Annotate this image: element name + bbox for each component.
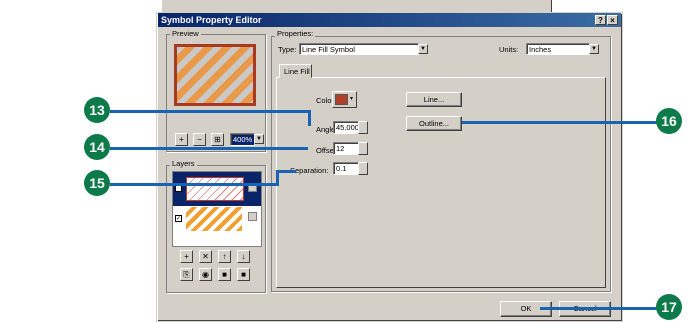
callout-15-leader [110,183,278,186]
layers-group-label: Layers [170,159,197,168]
outline-button[interactable]: Outline... [406,116,462,131]
zoom-in-button[interactable]: + [175,133,188,146]
callout-16-leader [462,121,662,124]
layer-2-checkbox[interactable]: ✓ [175,215,182,222]
layer-1-swatch [186,177,244,201]
line-button[interactable]: Line... [406,92,462,107]
type-label: Type: [278,45,297,54]
color-arrow-icon: ▾ [350,96,354,102]
zoom-out-button[interactable]: − [193,133,206,146]
callout-16: 16 [656,108,682,134]
zoom-dropdown-arrow[interactable]: ▼ [254,134,264,144]
offset-spinner[interactable] [358,142,368,155]
preview-group-label: Preview [170,29,201,38]
separation-input[interactable]: 0.1 [333,162,359,175]
layer-option-button-1[interactable]: ■ [218,268,231,281]
add-layer-button[interactable]: + [180,250,193,263]
type-dropdown-arrow[interactable]: ▼ [418,44,428,54]
help-button[interactable]: ? [595,15,606,25]
callout-13-leader [110,110,310,113]
separation-spinner[interactable] [358,162,368,175]
move-layer-up-button[interactable]: ↑ [218,250,231,263]
callout-14: 14 [84,134,110,160]
copy-layer-button[interactable]: ⎘ [180,268,193,281]
units-label: Units: [499,45,519,54]
move-layer-down-button[interactable]: ↓ [237,250,250,263]
fit-button[interactable]: ⊞ [211,133,224,146]
layer-1-checkbox[interactable] [175,185,182,192]
preview-swatch [174,44,256,106]
callout-17: 17 [656,294,682,320]
paste-layer-button[interactable]: ◉ [199,268,212,281]
properties-group-label: Properties: [275,29,316,38]
units-dropdown-arrow[interactable]: ▼ [589,44,599,54]
callout-15-leader-top [276,170,296,173]
angle-spinner[interactable] [358,121,368,134]
callout-15: 15 [84,170,110,196]
remove-layer-button[interactable]: ✕ [199,250,212,263]
units-select[interactable]: Inches [526,43,590,55]
callout-13-leader-drop [308,110,311,126]
type-select[interactable]: Line Fill Symbol [299,43,419,55]
zoom-value-field[interactable]: 400% [230,133,255,146]
layer-2-lock-icon[interactable] [248,212,257,221]
tab-panel [276,77,606,288]
title-bar: Symbol Property Editor [158,13,621,27]
color-picker-button[interactable]: ▾ [332,91,357,108]
offset-input[interactable]: 12 [333,142,359,155]
layer-option-button-2[interactable]: ■ [237,268,250,281]
angle-input[interactable]: 45.000 [333,121,359,134]
window-title: Symbol Property Editor [161,15,262,25]
layer-2-swatch [186,207,242,231]
callout-17-leader [540,307,660,310]
callout-13: 13 [84,97,110,123]
tab-line-fill[interactable]: Line Fill [279,64,312,78]
color-swatch [335,94,348,105]
callout-14-leader [110,147,308,150]
close-button[interactable]: × [607,15,618,25]
